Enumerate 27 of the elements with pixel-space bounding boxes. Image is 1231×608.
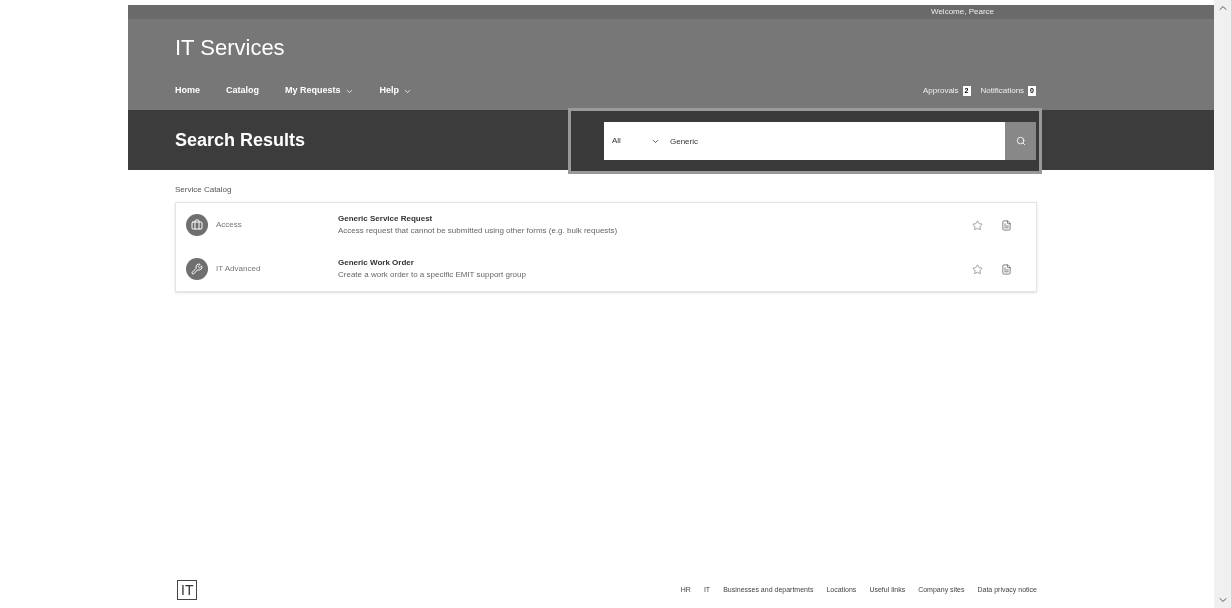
item-description: Access request that cannot be submitted using other forms (e.g. bulk requests) [338, 225, 619, 237]
search-field[interactable]: Generic [668, 122, 1005, 160]
section-label: Service Catalog [175, 184, 233, 196]
wrench-icon [186, 258, 208, 280]
document-icon[interactable] [1001, 219, 1012, 231]
footer-logo: IT [177, 580, 198, 600]
item-title: Generic Work Order [338, 257, 415, 269]
scope-dropdown[interactable]: All [604, 122, 668, 160]
nav-link[interactable]: Help [379, 84, 413, 98]
nav-link[interactable]: My Requests [285, 84, 354, 98]
site-title: IT Services [175, 35, 285, 60]
welcome-text: Welcome, Pearce [931, 6, 994, 18]
search-icon [1015, 136, 1026, 146]
favorite-star-icon[interactable] [972, 263, 983, 275]
result-row[interactable]: Access Generic Service Request Access request that cannot be submitted using other forms (e.g. bulk requests) [176, 203, 1036, 247]
result-row[interactable]: IT Advanced Generic Work Order Create a work order to a specific EMIT support group [176, 247, 1036, 291]
nav-link[interactable]: Home [175, 84, 200, 98]
item-description: Create a work order to a specific EMIT support group [338, 269, 527, 281]
category-label: IT Advanced [216, 263, 262, 275]
category-label: Access [216, 219, 243, 231]
page-heading: Search Results [175, 128, 306, 152]
item-title: Generic Service Request [338, 213, 434, 225]
search-button[interactable] [1005, 122, 1036, 160]
document-icon[interactable] [1001, 263, 1012, 275]
briefcase-icon [186, 214, 208, 236]
nav-link[interactable]: Catalog [226, 84, 260, 98]
favorite-star-icon[interactable] [972, 219, 983, 231]
